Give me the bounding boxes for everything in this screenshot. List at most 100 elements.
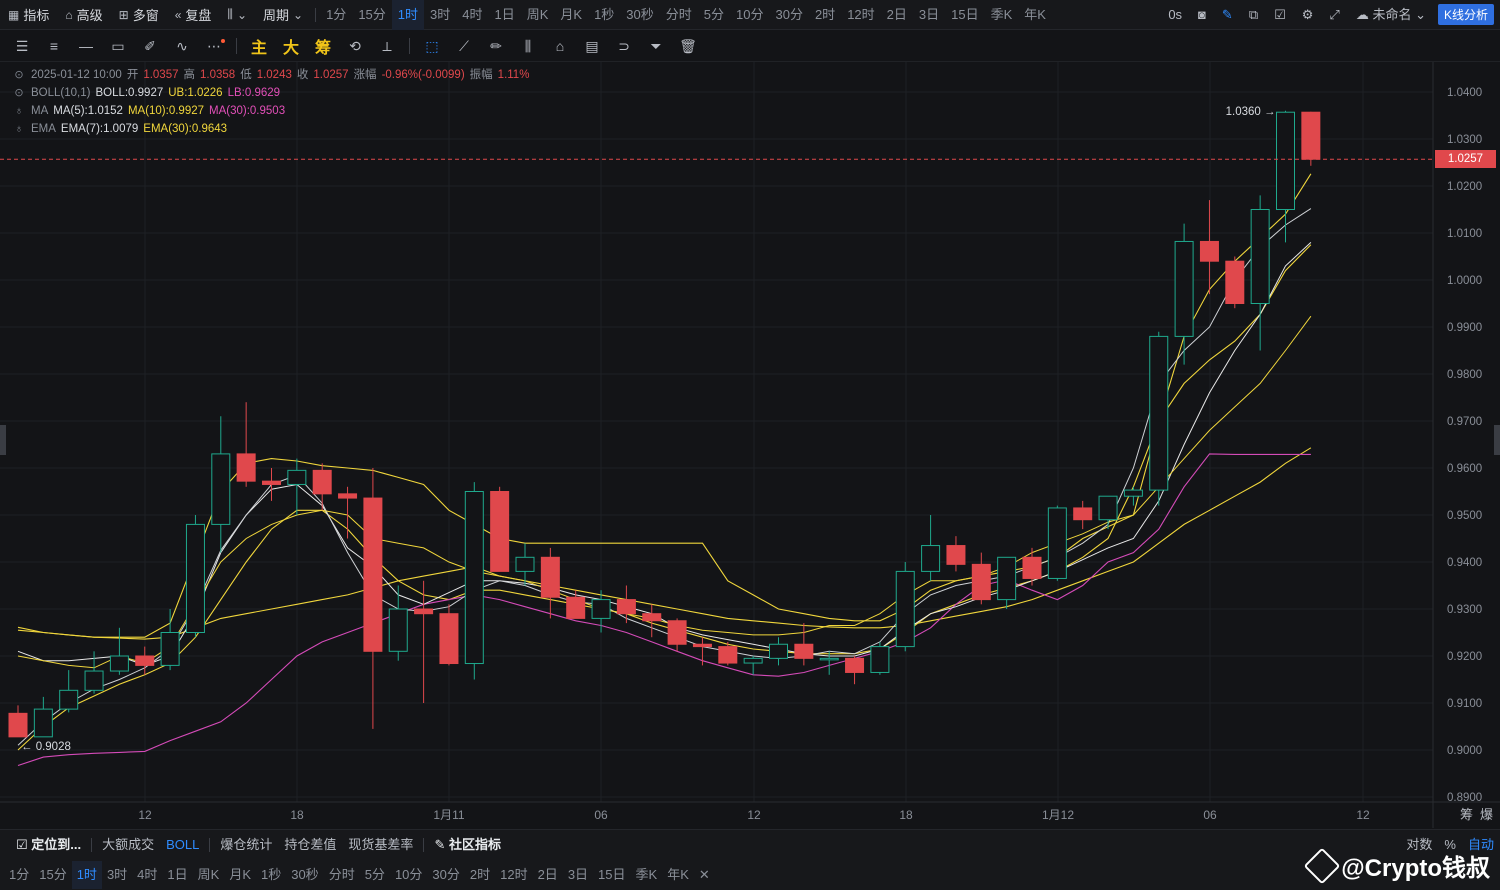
period-tab[interactable]: 季K	[985, 0, 1019, 30]
period-tab[interactable]: 2日	[881, 0, 913, 30]
period-tab[interactable]: 分时	[660, 0, 698, 30]
ruler-icon[interactable]: ✐	[134, 31, 166, 62]
indicator-button[interactable]: ▦ 指标	[0, 0, 57, 30]
horizontal-line-icon[interactable]: —	[70, 31, 102, 62]
bottom-period-tab[interactable]: 10分	[390, 861, 427, 889]
bottom-period-tab[interactable]: 12时	[495, 861, 532, 889]
more-icon[interactable]: ⋯	[198, 31, 230, 62]
basis-button[interactable]: 现货基差率	[342, 830, 419, 860]
order-icon[interactable]: ⧉	[1241, 0, 1266, 30]
lines-icon[interactable]: ≡	[38, 31, 70, 62]
bottom-period-tab[interactable]: 2时	[465, 861, 495, 889]
bottom-period-tab[interactable]: 15分	[34, 861, 71, 889]
period-menu[interactable]: 周期 ⌄	[255, 0, 311, 30]
bottom-period-tab[interactable]: 1秒	[256, 861, 286, 889]
bottom-period-tab[interactable]: 季K	[631, 861, 663, 889]
eye-icon[interactable]: ⊙	[12, 84, 26, 102]
replay-button[interactable]: «复盘	[167, 0, 220, 30]
close-icon[interactable]: ✕	[694, 861, 715, 889]
collapse-icon[interactable]: ⊙	[12, 66, 26, 84]
bottom-period-tab[interactable]: 周K	[193, 861, 225, 889]
advanced-button[interactable]: ⌂ 高级	[57, 0, 110, 30]
bottom-period-tab[interactable]: 2日	[533, 861, 563, 889]
bottom-period-tab[interactable]: 3日	[563, 861, 593, 889]
bell-icon[interactable]: ♁	[12, 120, 26, 138]
period-tab[interactable]: 15分	[352, 0, 391, 30]
template-icon[interactable]: ▤	[576, 31, 608, 62]
chart-area[interactable]: 1.0400 1.0300 1.0200 1.0100 1.0000 0.9900 0.98…	[0, 62, 1500, 828]
lock-icon[interactable]: ⌂	[544, 31, 576, 62]
wave-icon[interactable]: ∿	[166, 31, 198, 62]
large-trade-button[interactable]: 大额成交	[96, 830, 160, 860]
select-icon[interactable]: ⬚	[416, 31, 448, 62]
chip-toggle[interactable]: 筹	[307, 31, 339, 62]
locate-button[interactable]: ☑ 定位到...	[0, 830, 87, 860]
price-tick-label: 1.0100	[1447, 228, 1482, 240]
bottom-period-tab[interactable]: 5分	[360, 861, 390, 889]
checkbox-icon[interactable]: ☑	[1266, 0, 1294, 30]
camera-icon[interactable]: ◙	[1190, 0, 1214, 30]
filter-icon[interactable]: ⏷	[640, 31, 672, 62]
ma-name[interactable]: MA	[31, 102, 48, 120]
period-tab[interactable]: 1秒	[588, 0, 620, 30]
period-tab[interactable]: 30分	[769, 0, 808, 30]
main-toggle[interactable]: 主	[243, 31, 275, 62]
ema-name[interactable]: EMA	[31, 120, 56, 138]
bars-icon[interactable]: ⫼	[512, 31, 544, 62]
oi-diff-button[interactable]: 持仓差值	[278, 830, 342, 860]
bottom-period-tab[interactable]: 30秒	[286, 861, 323, 889]
candle-body	[667, 620, 687, 645]
boll-name[interactable]: BOLL(10,1)	[31, 84, 90, 102]
large-toggle[interactable]: 大	[275, 31, 307, 62]
period-tab[interactable]: 3时	[424, 0, 456, 30]
bottom-period-tab[interactable]: 4时	[132, 861, 162, 889]
fullscreen-icon[interactable]: ⤢	[1321, 0, 1347, 30]
measure-icon[interactable]: ⟂	[371, 31, 403, 62]
sync-icon[interactable]: ⟲	[339, 31, 371, 62]
bottom-period-tab[interactable]: 分时	[324, 861, 360, 889]
right-collapse-handle[interactable]	[1494, 425, 1500, 455]
bell-icon[interactable]: ♁	[12, 102, 26, 120]
axis-toggle[interactable]: 筹	[1460, 807, 1473, 823]
period-tab[interactable]: 1分	[320, 0, 352, 30]
pencil-icon[interactable]: ✎	[1214, 0, 1241, 30]
period-tab[interactable]: 月K	[554, 0, 588, 30]
brush-icon[interactable]: ✏	[480, 31, 512, 62]
multi-window-button[interactable]: ⊞ 多窗	[111, 0, 167, 30]
period-tab[interactable]: 12时	[841, 0, 880, 30]
liquidation-button[interactable]: 爆仓统计	[214, 830, 278, 860]
layout-menu[interactable]: ☁ 未命名 ⌄	[1348, 0, 1434, 30]
boll-button[interactable]: BOLL	[160, 830, 205, 860]
bottom-period-tab[interactable]: 1日	[162, 861, 192, 889]
menu-icon[interactable]: ☰	[6, 31, 38, 62]
kline-analysis-button[interactable]: K线分析	[1437, 4, 1494, 25]
rectangle-icon[interactable]: ▭	[102, 31, 134, 62]
period-tab[interactable]: 1时	[391, 0, 425, 30]
period-tab[interactable]: 15日	[945, 0, 984, 30]
bottom-period-tab[interactable]: 15日	[593, 861, 630, 889]
period-tab[interactable]: 30秒	[620, 0, 659, 30]
bottom-period-tab[interactable]: 30分	[427, 861, 464, 889]
period-tab[interactable]: 5分	[698, 0, 730, 30]
price-chart[interactable]: 1.0400 1.0300 1.0200 1.0100 1.0000 0.9900 0.98…	[0, 62, 1500, 828]
period-tab[interactable]: 1日	[488, 0, 520, 30]
bottom-period-tab[interactable]: 3时	[102, 861, 132, 889]
trend-line-icon[interactable]: ⟋	[448, 31, 480, 62]
axis-toggle[interactable]: 爆	[1480, 808, 1493, 823]
bottom-period-tab[interactable]: 年K	[662, 861, 694, 889]
period-tab[interactable]: 4时	[456, 0, 488, 30]
period-tab[interactable]: 3日	[913, 0, 945, 30]
period-tab[interactable]: 2时	[809, 0, 841, 30]
gear-icon[interactable]: ⚙	[1294, 0, 1322, 30]
left-collapse-handle[interactable]	[0, 425, 6, 455]
bottom-period-tab[interactable]: 月K	[224, 861, 256, 889]
period-tab[interactable]: 年K	[1018, 0, 1052, 30]
chart-type-button[interactable]: ⫼ ⌄	[219, 0, 255, 30]
period-tab[interactable]: 周K	[521, 0, 555, 30]
magnet-icon[interactable]: ⊃	[608, 31, 640, 62]
period-tab[interactable]: 10分	[730, 0, 769, 30]
bottom-period-tab[interactable]: 1时	[71, 860, 102, 889]
trash-icon[interactable]: 🗑	[672, 31, 704, 62]
community-indicator-button[interactable]: ✎ 社区指标	[428, 830, 507, 860]
bottom-period-tab[interactable]: 1分	[4, 861, 34, 889]
